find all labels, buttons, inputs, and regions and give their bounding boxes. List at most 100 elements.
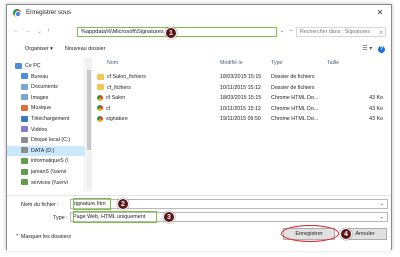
file-type: Dossier de fichiers xyxy=(271,74,315,80)
file-modified: 18/03/2015 15:15 xyxy=(220,74,262,80)
file-name: cf Salon xyxy=(106,95,126,101)
address-bar: ← → ⌄ ↑ %appdata%\Microsoft\Signatures ⌄… xyxy=(7,22,391,42)
go-icon[interactable]: → xyxy=(288,27,294,33)
drive-icon xyxy=(15,62,22,69)
view-menu-icon[interactable]: ☰ ▾ xyxy=(362,46,372,52)
view-options: ☰ ▾ ? xyxy=(362,45,385,53)
title-bar: Enregistrer sous ✕ xyxy=(7,5,391,21)
drive-icon xyxy=(21,157,28,164)
file-size: 43 Ko xyxy=(369,95,383,101)
chrome-icon xyxy=(13,9,21,17)
sidebar-item[interactable]: jamanS (\\servi xyxy=(7,167,85,177)
file-name: cf xyxy=(106,105,111,112)
file-type: Chrome HTML Do... xyxy=(271,116,319,122)
drive-icon xyxy=(21,179,28,186)
column-name[interactable]: Nom xyxy=(107,60,118,66)
folder-icon xyxy=(97,73,104,80)
file-row[interactable]: cf 10/11/2015 15:12 Chrome HTML Do... 43 Ko xyxy=(95,104,389,114)
drive-icon xyxy=(21,104,28,111)
type-highlight xyxy=(73,211,157,223)
help-icon[interactable]: ? xyxy=(378,46,385,53)
sidebar-item-label: Bureau xyxy=(31,73,49,80)
filename-highlight xyxy=(73,198,111,210)
sidebar-item-label: informatiqueS (\ xyxy=(31,158,69,165)
sidebar-item[interactable]: Bureau xyxy=(7,72,85,82)
filename-dropdown-icon[interactable]: ⌄ xyxy=(380,200,384,208)
file-modified: 10/11/2015 15:12 xyxy=(220,105,261,112)
window-title: Enregistrer sous xyxy=(26,9,72,16)
chrome-html-icon xyxy=(97,115,103,122)
sidebar-item[interactable]: informatiqueS (\ xyxy=(7,156,85,166)
path-input[interactable]: %appdata%\Microsoft\Signatures xyxy=(77,27,277,37)
drive-icon xyxy=(21,115,28,122)
sidebar-item[interactable]: Documents xyxy=(7,82,85,92)
sidebar-item-label: Ce PC xyxy=(25,63,41,69)
drive-icon xyxy=(21,126,28,133)
step-badge-2: 2 xyxy=(117,198,129,210)
file-name: cf Salon_fichiers xyxy=(107,74,146,80)
hide-folders-label: Masquer les dossiers xyxy=(20,234,71,240)
chrome-html-icon xyxy=(97,105,103,112)
file-name: cf_fichiers xyxy=(107,84,131,91)
close-button[interactable]: ✕ xyxy=(373,7,387,18)
sidebar-item[interactable]: services (\\servi xyxy=(7,178,85,188)
column-modified[interactable]: Modifié le xyxy=(220,60,243,66)
sidebar-item[interactable]: Disque local (C:) xyxy=(7,135,85,145)
sidebar-item-label: Documents xyxy=(31,84,58,91)
recent-dropdown-icon[interactable]: ⌄ xyxy=(37,28,42,35)
sidebar-item[interactable]: Ce PC xyxy=(7,61,85,71)
hide-folders-toggle[interactable]: ⌃ Masquer les dossiers xyxy=(15,234,71,240)
sidebar-item[interactable]: Images xyxy=(7,93,85,103)
file-type: Chrome HTML Do... xyxy=(271,105,319,112)
drive-icon xyxy=(21,73,28,80)
chrome-html-icon xyxy=(97,94,103,101)
file-modified: 10/11/2015 15:12 xyxy=(220,84,261,91)
save-as-dialog: Enregistrer sous ✕ ← → ⌄ ↑ %appdata%\Mic… xyxy=(6,4,392,251)
file-name: signature xyxy=(106,116,128,122)
up-icon[interactable]: ↑ xyxy=(47,28,50,34)
search-icon: ⌕ xyxy=(379,30,383,36)
file-modified: 18/03/2015 15:15 xyxy=(220,95,262,101)
type-dropdown-icon[interactable]: ⌄ xyxy=(380,213,384,221)
column-type[interactable]: Type xyxy=(271,60,282,66)
file-row[interactable]: cf_fichiers 10/11/2015 15:12 Dossier de fi… xyxy=(95,83,389,93)
new-folder-button[interactable]: Nouveau dossier xyxy=(65,46,105,52)
drive-icon xyxy=(21,168,28,175)
navigation-pane: Ce PC Bureau Documents Images Musique Télécha… xyxy=(7,58,85,191)
scroll-thumb[interactable] xyxy=(87,70,91,150)
sidebar-item[interactable]: Vidéos xyxy=(7,125,85,135)
sidebar-item-label: Images xyxy=(31,94,49,101)
organize-button[interactable]: Organiser ▾ xyxy=(25,46,53,52)
sidebar-item[interactable]: DATA (D:) xyxy=(7,145,85,156)
sidebar-item-label: Vidéos xyxy=(31,126,48,133)
filename-label: Nom du fichier : xyxy=(21,202,59,208)
file-row[interactable]: cf Salon 18/03/2015 15:15 Chrome HTML Do..… xyxy=(95,93,389,103)
search-input[interactable]: Rechercher dans : Signatures ⌕ xyxy=(296,27,386,37)
sidebar-item-label: jamanS (\\servi xyxy=(31,169,67,175)
sidebar-item-label: DATA (D:) xyxy=(31,147,55,154)
back-icon[interactable]: ← xyxy=(13,28,19,34)
file-row[interactable]: signature 19/11/2015 09:50 Chrome HTML Do.… xyxy=(95,114,389,124)
sidebar-scrollbar[interactable] xyxy=(86,58,92,191)
drive-icon xyxy=(21,94,28,101)
forward-icon[interactable]: → xyxy=(25,28,31,34)
save-form: Nom du fichier : signature.htm ⌄ 2 Type … xyxy=(7,195,391,251)
file-type: Dossier de fichiers xyxy=(271,84,315,91)
type-label: Type : xyxy=(53,215,68,221)
file-type: Chrome HTML Do... xyxy=(271,95,319,101)
sidebar-item[interactable]: Téléchargement xyxy=(7,114,85,124)
step-badge-4: 4 xyxy=(340,228,352,240)
file-size: 43 Ko xyxy=(369,116,383,122)
file-row[interactable]: cf Salon_fichiers 18/03/2015 15:15 Dossier… xyxy=(95,72,389,82)
column-size[interactable]: Taille xyxy=(327,60,339,66)
file-modified: 19/11/2015 09:50 xyxy=(220,116,261,122)
search-placeholder: Rechercher dans : Signatures xyxy=(300,29,371,35)
step-badge-1: 1 xyxy=(165,27,177,39)
path-dropdown-icon[interactable]: ⌄ xyxy=(280,28,284,34)
drive-icon xyxy=(21,83,28,90)
step-badge-3: 3 xyxy=(163,211,175,223)
sidebar-item[interactable]: Musique xyxy=(7,103,85,113)
drive-icon xyxy=(21,147,28,154)
sidebar-item-label: services (\\servi xyxy=(31,179,68,186)
sidebar-item-label: Disque local (C:) xyxy=(31,137,71,144)
